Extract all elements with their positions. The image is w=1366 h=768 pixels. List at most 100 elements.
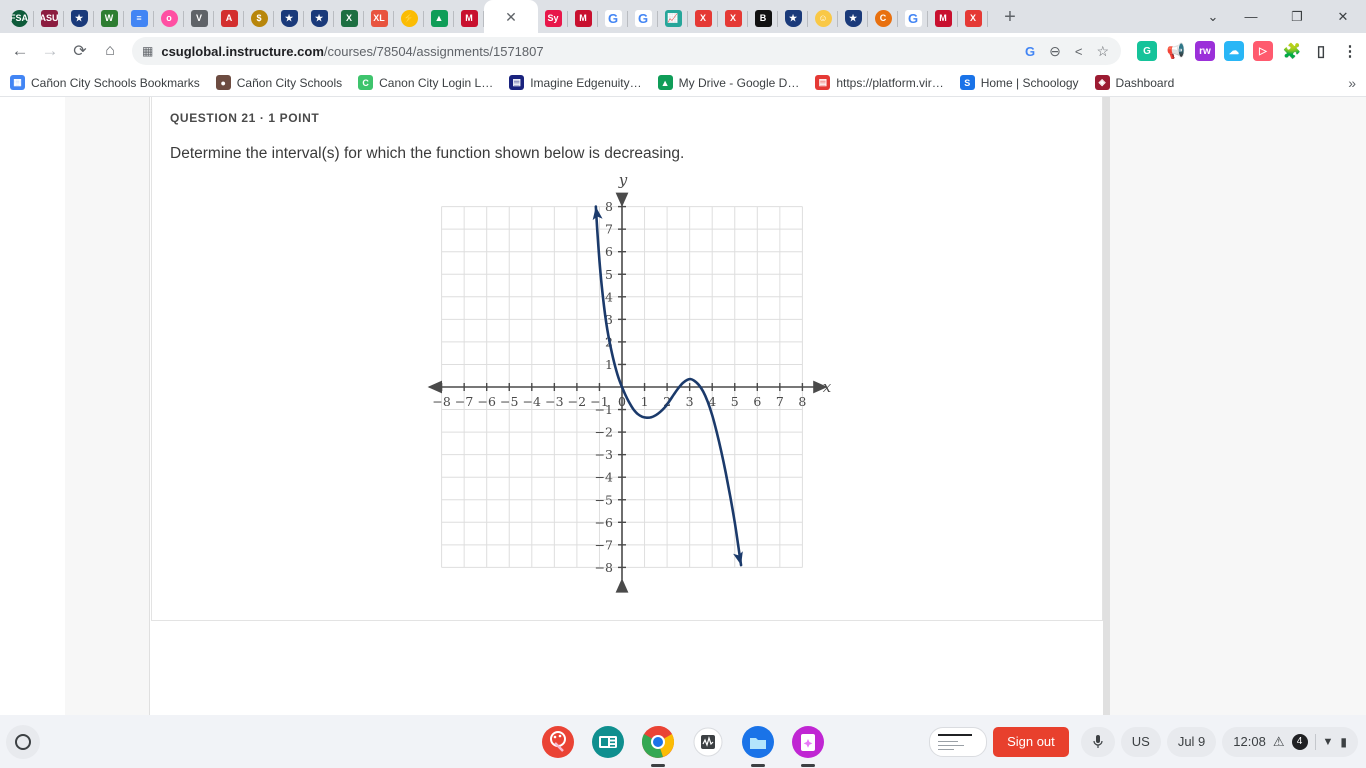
x-tab-2[interactable]: X — [718, 4, 748, 33]
active-tab[interactable]: ✕ — [484, 0, 538, 33]
x-tick-label: −8 — [432, 394, 450, 409]
asu-tab[interactable]: ASU — [34, 4, 64, 33]
gradebook-tab[interactable]: W — [94, 4, 124, 33]
sy-tab[interactable]: Sy — [538, 4, 568, 33]
shield-tab-1[interactable]: ★ — [64, 4, 94, 33]
zoom-out-icon[interactable]: ⊖ — [1049, 43, 1061, 60]
bookmark-dashboard[interactable]: ◈ Dashboard — [1094, 75, 1174, 90]
bookmark-my-drive-google[interactable]: ▲ My Drive - Google D… — [657, 75, 800, 90]
google-lens-icon[interactable]: G — [1025, 44, 1035, 59]
docs-tab[interactable]: ≡ — [124, 4, 154, 33]
bookmark-imagine-edgenuity[interactable]: ▤ Imagine Edgenuity… — [509, 75, 642, 90]
bookmarks-overflow-button[interactable]: » — [1348, 75, 1356, 91]
pdf-tab[interactable]: A — [214, 4, 244, 33]
bookmark-my-drive-google-label: My Drive - Google D… — [678, 75, 800, 90]
face-tab[interactable]: ☺ — [808, 4, 838, 33]
pink-circle-tab[interactable]: o — [154, 4, 184, 33]
y-tick-label: −7 — [595, 537, 613, 552]
mcgraw-tab-3[interactable]: M — [928, 4, 958, 33]
tab-search-button[interactable]: ⌄ — [1198, 0, 1228, 33]
bookmark-canon-city-schools-icon: ● — [215, 75, 231, 90]
google-tab-2[interactable]: G — [628, 4, 658, 33]
shield-tab-2[interactable]: ★ — [274, 4, 304, 33]
close-icon[interactable]: ✕ — [505, 10, 517, 24]
new-tab-button[interactable]: + — [996, 3, 1024, 31]
reload-icon[interactable]: ⟳ — [66, 37, 94, 65]
close-window-button[interactable]: ✕ — [1320, 0, 1366, 33]
x-tab-1[interactable]: X — [688, 4, 718, 33]
shelf-app-paint[interactable] — [540, 724, 576, 760]
xl-tab[interactable]: XL — [364, 4, 394, 33]
date-display[interactable]: Jul 9 — [1166, 726, 1217, 757]
megaphone-extension[interactable]: 📢 — [1166, 41, 1186, 61]
bookmark-canon-city-schools[interactable]: ● Cañon City Schools — [215, 75, 342, 90]
sidepanel-extension[interactable]: ▯ — [1311, 41, 1331, 61]
y-tick-label: 8 — [605, 199, 613, 214]
microphone-icon[interactable] — [1080, 726, 1115, 757]
minimize-button[interactable]: — — [1228, 0, 1274, 33]
shelf-app-files[interactable] — [740, 724, 776, 760]
drive-tab[interactable]: ▲ — [424, 4, 454, 33]
shelf-app-news[interactable] — [590, 724, 626, 760]
shield-tab-4[interactable]: ★ — [778, 4, 808, 33]
window-preview[interactable] — [929, 726, 988, 757]
canvas-tab[interactable]: C — [868, 4, 898, 33]
shield-tab-5[interactable]: ★ — [838, 4, 868, 33]
mcgraw-tab-1-favicon: M — [460, 10, 478, 27]
photos-icon — [792, 725, 824, 758]
flash-tab[interactable]: ⚡ — [394, 4, 424, 33]
vector-tab-favicon: V — [190, 10, 208, 27]
shield-tab-3[interactable]: ★ — [304, 4, 334, 33]
shelf-app-chrome[interactable] — [640, 724, 676, 760]
bookmark-canon-city-login[interactable]: C Canon City Login L… — [358, 75, 493, 90]
page-content: QUESTION 21 · 1 POINT Determine the inte… — [0, 97, 1366, 715]
google-tab-3[interactable]: G — [898, 4, 928, 33]
x-tick-label: 5 — [731, 394, 739, 409]
play-extension[interactable]: ▷ — [1253, 41, 1273, 61]
chrome-menu[interactable]: ⋮ — [1340, 41, 1360, 61]
launcher-button[interactable] — [6, 724, 40, 759]
site-info-icon[interactable]: ▦ — [142, 44, 153, 58]
graph-svg: −8 −7 −6 −5 −4 −3 −2 −1 0 1 2 3 4 5 6 7 8−8−7−6−5−4−3−2−… — [427, 171, 832, 593]
cloud-extension[interactable]: ☁ — [1224, 41, 1244, 61]
status-tray[interactable]: 12:08 ⚠ 4 ▼ ▮ — [1222, 726, 1358, 757]
bookmark-canon-city-schools-bookmarks[interactable]: ▦ Cañon City Schools Bookmarks — [10, 75, 200, 90]
shelf-app-calculator[interactable] — [690, 724, 726, 760]
shelf-app-photos[interactable] — [790, 724, 826, 760]
system-tray: Sign out US Jul 9 12:08 ⚠ 4 ▼ ▮ — [929, 726, 1358, 757]
preview-bar — [938, 733, 973, 736]
vector-tab[interactable]: V — [184, 4, 214, 33]
maximize-button[interactable]: ❐ — [1274, 0, 1320, 33]
course-sidebar[interactable] — [65, 97, 150, 715]
bookmark-platform-virtual[interactable]: ▤ https://platform.vir… — [815, 75, 944, 90]
page-right-margin — [1110, 97, 1366, 715]
fsa-tab[interactable]: FSA — [4, 4, 34, 33]
puzzle-extension[interactable]: 🧩 — [1282, 41, 1302, 61]
bookmark-platform-virtual-label: https://platform.vir… — [836, 75, 944, 90]
forward-icon[interactable]: → — [36, 37, 64, 65]
grammarly-extension[interactable]: G — [1137, 41, 1157, 61]
mcgraw-tab-2-favicon: M — [574, 10, 592, 27]
back-icon[interactable]: ← — [6, 37, 34, 65]
coin-tab[interactable]: $ — [244, 4, 274, 33]
keyboard-locale[interactable]: US — [1120, 726, 1161, 757]
sign-out-button[interactable]: Sign out — [993, 726, 1069, 757]
face-tab-favicon: ☺ — [814, 10, 832, 27]
bookmark-home-schoology[interactable]: S Home | Schoology — [959, 75, 1079, 90]
share-icon[interactable]: < — [1075, 44, 1083, 59]
bitmoji-tab[interactable]: B — [748, 4, 778, 33]
google-tab-1[interactable]: G — [598, 4, 628, 33]
y-tick-label: −2 — [595, 425, 613, 440]
mcgraw-tab-1[interactable]: M — [454, 4, 484, 33]
y-tick-label: −3 — [595, 447, 613, 462]
x-tab-3[interactable]: X — [958, 4, 988, 33]
launcher-icon — [15, 733, 31, 750]
home-icon[interactable]: ⌂ — [96, 37, 124, 65]
chart-tab[interactable]: 📈 — [658, 4, 688, 33]
bookmark-star-icon[interactable]: ☆ — [1096, 43, 1109, 60]
address-bar[interactable]: ▦ csuglobal.instructure.com/courses/7850… — [132, 37, 1121, 65]
mcgraw-tab-2[interactable]: M — [568, 4, 598, 33]
excel-tab[interactable]: X — [334, 4, 364, 33]
rw-extension[interactable]: rw — [1195, 41, 1215, 61]
x-tick-label: 6 — [753, 394, 761, 409]
